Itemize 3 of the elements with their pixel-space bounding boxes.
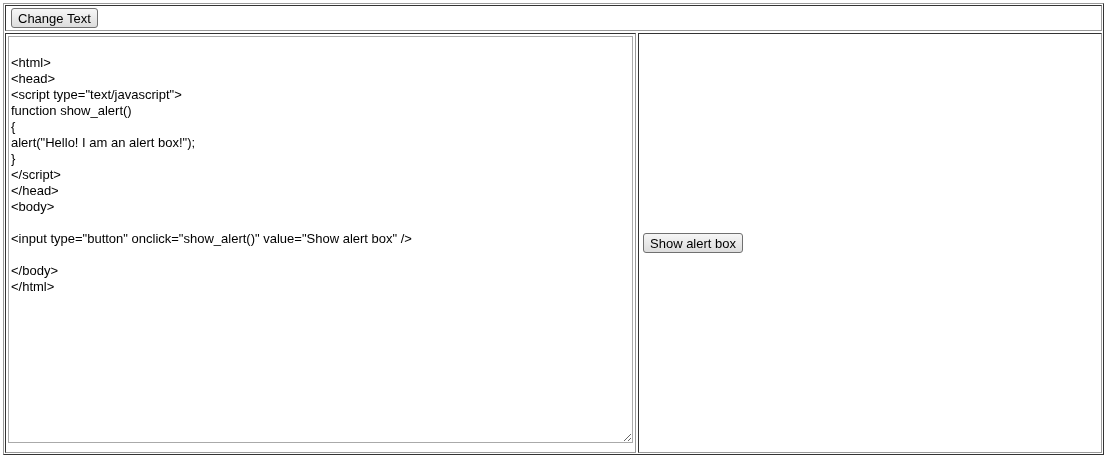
show-alert-box-button[interactable]: Show alert box	[643, 233, 743, 253]
change-text-button[interactable]: Change Text	[11, 8, 98, 28]
code-editor[interactable]: <html> <head> <script type="text/javascript"> function show_alert() { alert("Hello! I am an alert box!"); } </script> </head> <body> <input type="button" onclick="show_alert()" value="Show alert box" /> </body> </html>	[8, 36, 633, 443]
